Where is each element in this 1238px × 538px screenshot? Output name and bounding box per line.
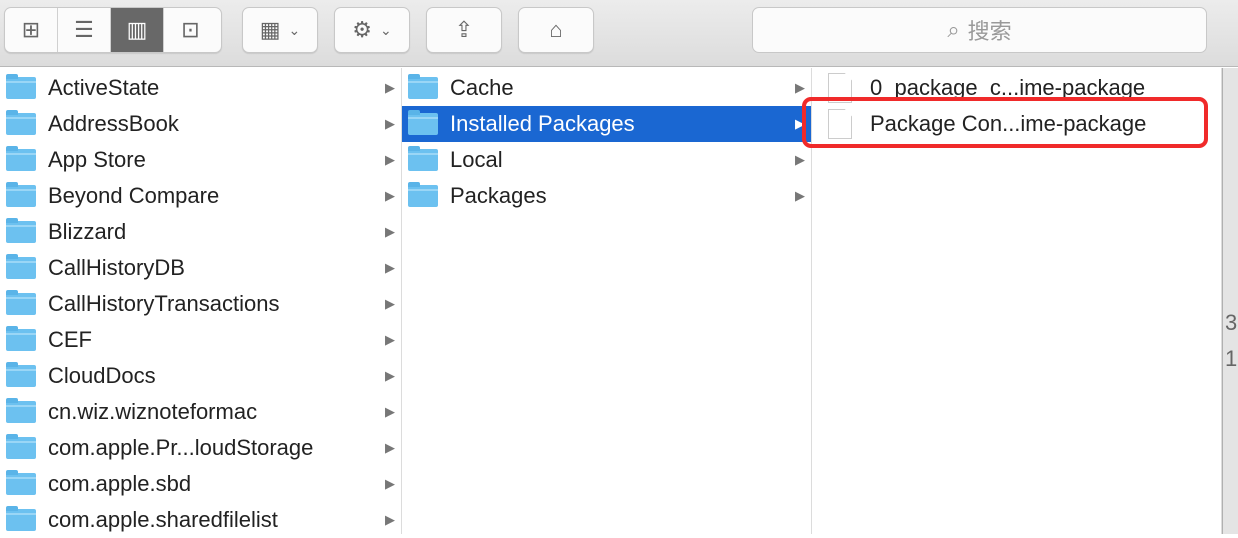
item-label: AddressBook <box>48 111 179 136</box>
view-switcher: ⊞ ☰ ▥ ⊡ <box>4 7 222 53</box>
chevron-down-icon: ⌄ <box>380 21 392 38</box>
folder-icon <box>6 434 36 459</box>
search-placeholder: 搜索 <box>967 19 1012 44</box>
folder-icon <box>6 506 36 531</box>
folder-icon <box>6 398 36 423</box>
item-label: cn.wiz.wiznoteformac <box>48 399 258 424</box>
folder-item[interactable]: CloudDocs ▶ <box>0 358 401 394</box>
item-label: com.apple.sbd <box>48 471 192 496</box>
folder-item[interactable]: App Store ▶ <box>0 142 401 178</box>
folder-item[interactable]: com.apple.Pr...loudStorage ▶ <box>0 430 401 466</box>
folder-icon <box>408 110 438 135</box>
column-view-button[interactable]: ▥ <box>111 8 164 52</box>
action-button[interactable]: ⚙ ⌄ <box>334 7 410 53</box>
item-label: CEF <box>48 327 92 352</box>
item-label: CallHistoryTransactions <box>48 291 280 316</box>
folder-icon <box>6 110 36 135</box>
chevron-down-icon: ⌄ <box>288 21 301 38</box>
coverflow-view-button[interactable]: ⊡ <box>164 8 217 52</box>
folder-item[interactable]: Blizzard ▶ <box>0 214 401 250</box>
folder-item[interactable]: com.apple.sbd ▶ <box>0 466 401 502</box>
gear-icon: ⚙ <box>352 17 372 42</box>
disclosure-arrow-icon[interactable]: ▶ <box>385 368 395 384</box>
tag-icon: ⌂ <box>549 17 563 42</box>
disclosure-arrow-icon[interactable]: ▶ <box>385 116 395 132</box>
folder-item[interactable]: com.apple.sharedfilelist ▶ <box>0 502 401 538</box>
columns-icon: ▥ <box>126 17 148 42</box>
folder-item[interactable]: Local ▶ <box>402 142 811 178</box>
disclosure-arrow-icon[interactable]: ▶ <box>385 260 395 276</box>
folder-icon <box>6 182 36 207</box>
folder-icon <box>408 146 438 171</box>
list-icon: ☰ <box>74 17 94 42</box>
disclosure-arrow-icon[interactable]: ▶ <box>385 404 395 420</box>
item-label: App Store <box>48 147 146 172</box>
folder-item[interactable]: ActiveState ▶ <box>0 70 401 106</box>
disclosure-arrow-icon[interactable]: ▶ <box>385 188 395 204</box>
folder-icon <box>6 326 36 351</box>
folder-item[interactable]: Packages ▶ <box>402 178 811 214</box>
disclosure-arrow-icon[interactable]: ▶ <box>385 440 395 456</box>
background-digit: 1 <box>1225 346 1238 371</box>
column-library: ActiveState ▶ AddressBook ▶ App Store ▶ Beyond… <box>0 68 402 534</box>
item-label: CallHistoryDB <box>48 255 185 280</box>
arrange-button[interactable]: ▦ ⌄ <box>242 7 318 53</box>
folder-item[interactable]: Cache ▶ <box>402 70 811 106</box>
folder-item[interactable]: CallHistoryTransactions ▶ <box>0 286 401 322</box>
background-window-strip: 3 1 <box>1222 68 1238 534</box>
share-icon: ⇪ <box>454 17 474 42</box>
item-label: com.apple.Pr...loudStorage <box>48 435 314 460</box>
item-label: Packages <box>450 183 547 208</box>
coverflow-icon: ⊡ <box>181 17 200 42</box>
disclosure-arrow-icon[interactable]: ▶ <box>385 476 395 492</box>
item-label: Blizzard <box>48 219 127 244</box>
folder-icon <box>408 182 438 207</box>
folder-icon <box>6 470 36 495</box>
folder-icon <box>6 290 36 315</box>
item-label: CloudDocs <box>48 363 156 388</box>
folder-icon <box>408 74 438 99</box>
folder-item[interactable]: AddressBook ▶ <box>0 106 401 142</box>
disclosure-arrow-icon[interactable]: ▶ <box>385 332 395 348</box>
disclosure-arrow-icon[interactable]: ▶ <box>385 224 395 240</box>
folder-item[interactable]: cn.wiz.wiznoteformac ▶ <box>0 394 401 430</box>
toolbar: ⊞ ☰ ▥ ⊡ ▦ ⌄ ⚙ ⌄ ⇪ ⌂ ⌕ 搜索 <box>0 0 1238 67</box>
disclosure-arrow-icon[interactable]: ▶ <box>795 188 805 204</box>
disclosure-arrow-icon[interactable]: ▶ <box>385 152 395 168</box>
folder-icon <box>6 254 36 279</box>
tag-button[interactable]: ⌂ <box>518 7 594 53</box>
folder-item[interactable]: Installed Packages ▶ <box>402 106 811 142</box>
folder-icon <box>6 218 36 243</box>
folder-icon <box>6 146 36 171</box>
item-label: com.apple.sharedfilelist <box>48 507 278 532</box>
item-label: Installed Packages <box>450 111 635 136</box>
background-digit: 3 <box>1225 310 1238 335</box>
share-button[interactable]: ⇪ <box>426 7 502 53</box>
search-icon: ⌕ <box>947 17 960 42</box>
item-label: Beyond Compare <box>48 183 220 208</box>
icon-view-button[interactable]: ⊞ <box>5 8 58 52</box>
folder-item[interactable]: Beyond Compare ▶ <box>0 178 401 214</box>
disclosure-arrow-icon[interactable]: ▶ <box>385 512 395 528</box>
item-label: Cache <box>450 75 514 100</box>
folder-icon <box>6 362 36 387</box>
arrange-grid-icon: ▦ <box>259 17 281 42</box>
disclosure-arrow-icon[interactable]: ▶ <box>385 296 395 312</box>
folder-icon <box>6 74 36 99</box>
disclosure-arrow-icon[interactable]: ▶ <box>385 80 395 96</box>
folder-item[interactable]: CallHistoryDB ▶ <box>0 250 401 286</box>
search-field[interactable]: ⌕ 搜索 <box>752 7 1207 53</box>
grid-icon: ⊞ <box>21 17 41 42</box>
item-label: Local <box>450 147 503 172</box>
folder-item[interactable]: CEF ▶ <box>0 322 401 358</box>
annotation-highlight-box <box>802 97 1208 148</box>
disclosure-arrow-icon[interactable]: ▶ <box>795 152 805 168</box>
column-sublime: Cache ▶ Installed Packages ▶ Local ▶ Packages ▶ <box>402 68 812 534</box>
item-label: ActiveState <box>48 75 160 100</box>
list-view-button[interactable]: ☰ <box>58 8 111 52</box>
disclosure-arrow-icon[interactable]: ▶ <box>795 80 805 96</box>
